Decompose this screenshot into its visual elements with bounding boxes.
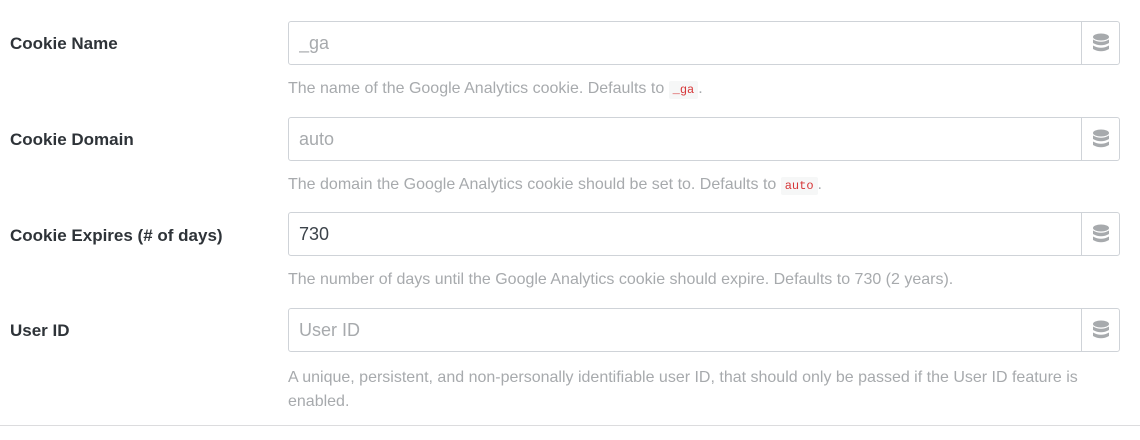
cookie-name-help: The name of the Google Analytics cookie.… xyxy=(288,77,1088,102)
cookie-name-help-suffix: . xyxy=(698,80,703,97)
cookie-expires-merge-tag-button[interactable] xyxy=(1081,213,1119,255)
cookie-domain-help-text: The domain the Google Analytics cookie s… xyxy=(288,176,781,193)
cookie-domain-merge-tag-button[interactable] xyxy=(1081,118,1119,160)
cookie-domain-input[interactable] xyxy=(289,118,1081,160)
analytics-cookie-settings-form: Cookie Name The name of the Google Analy… xyxy=(0,0,1140,440)
cookie-name-default-code: _ga xyxy=(668,81,699,99)
database-icon xyxy=(1092,320,1109,339)
cookie-name-input[interactable] xyxy=(289,22,1081,64)
cookie-name-label: Cookie Name xyxy=(10,34,118,53)
cookie-expires-label: Cookie Expires (# of days) xyxy=(10,226,223,245)
user-id-input[interactable] xyxy=(289,309,1081,351)
cookie-expires-help: The number of days until the Google Anal… xyxy=(288,271,954,288)
cookie-name-merge-tag-button[interactable] xyxy=(1081,22,1119,64)
cookie-domain-label: Cookie Domain xyxy=(10,130,134,149)
cookie-domain-help-suffix: . xyxy=(817,176,822,193)
cookie-domain-help: The domain the Google Analytics cookie s… xyxy=(288,173,1088,198)
section-divider xyxy=(0,425,1140,426)
user-id-merge-tag-button[interactable] xyxy=(1081,309,1119,351)
database-icon xyxy=(1092,224,1109,243)
cookie-expires-input[interactable] xyxy=(289,213,1081,255)
database-icon xyxy=(1092,129,1109,148)
user-id-field xyxy=(288,308,1120,352)
cookie-expires-field xyxy=(288,212,1120,256)
cookie-domain-field xyxy=(288,117,1120,161)
user-id-help: A unique, persistent, and non-personally… xyxy=(288,369,1078,410)
cookie-name-field xyxy=(288,21,1120,65)
cookie-domain-default-code: auto xyxy=(780,177,818,195)
user-id-label: User ID xyxy=(10,321,70,340)
cookie-name-help-text: The name of the Google Analytics cookie.… xyxy=(288,80,669,97)
database-icon xyxy=(1092,33,1109,52)
